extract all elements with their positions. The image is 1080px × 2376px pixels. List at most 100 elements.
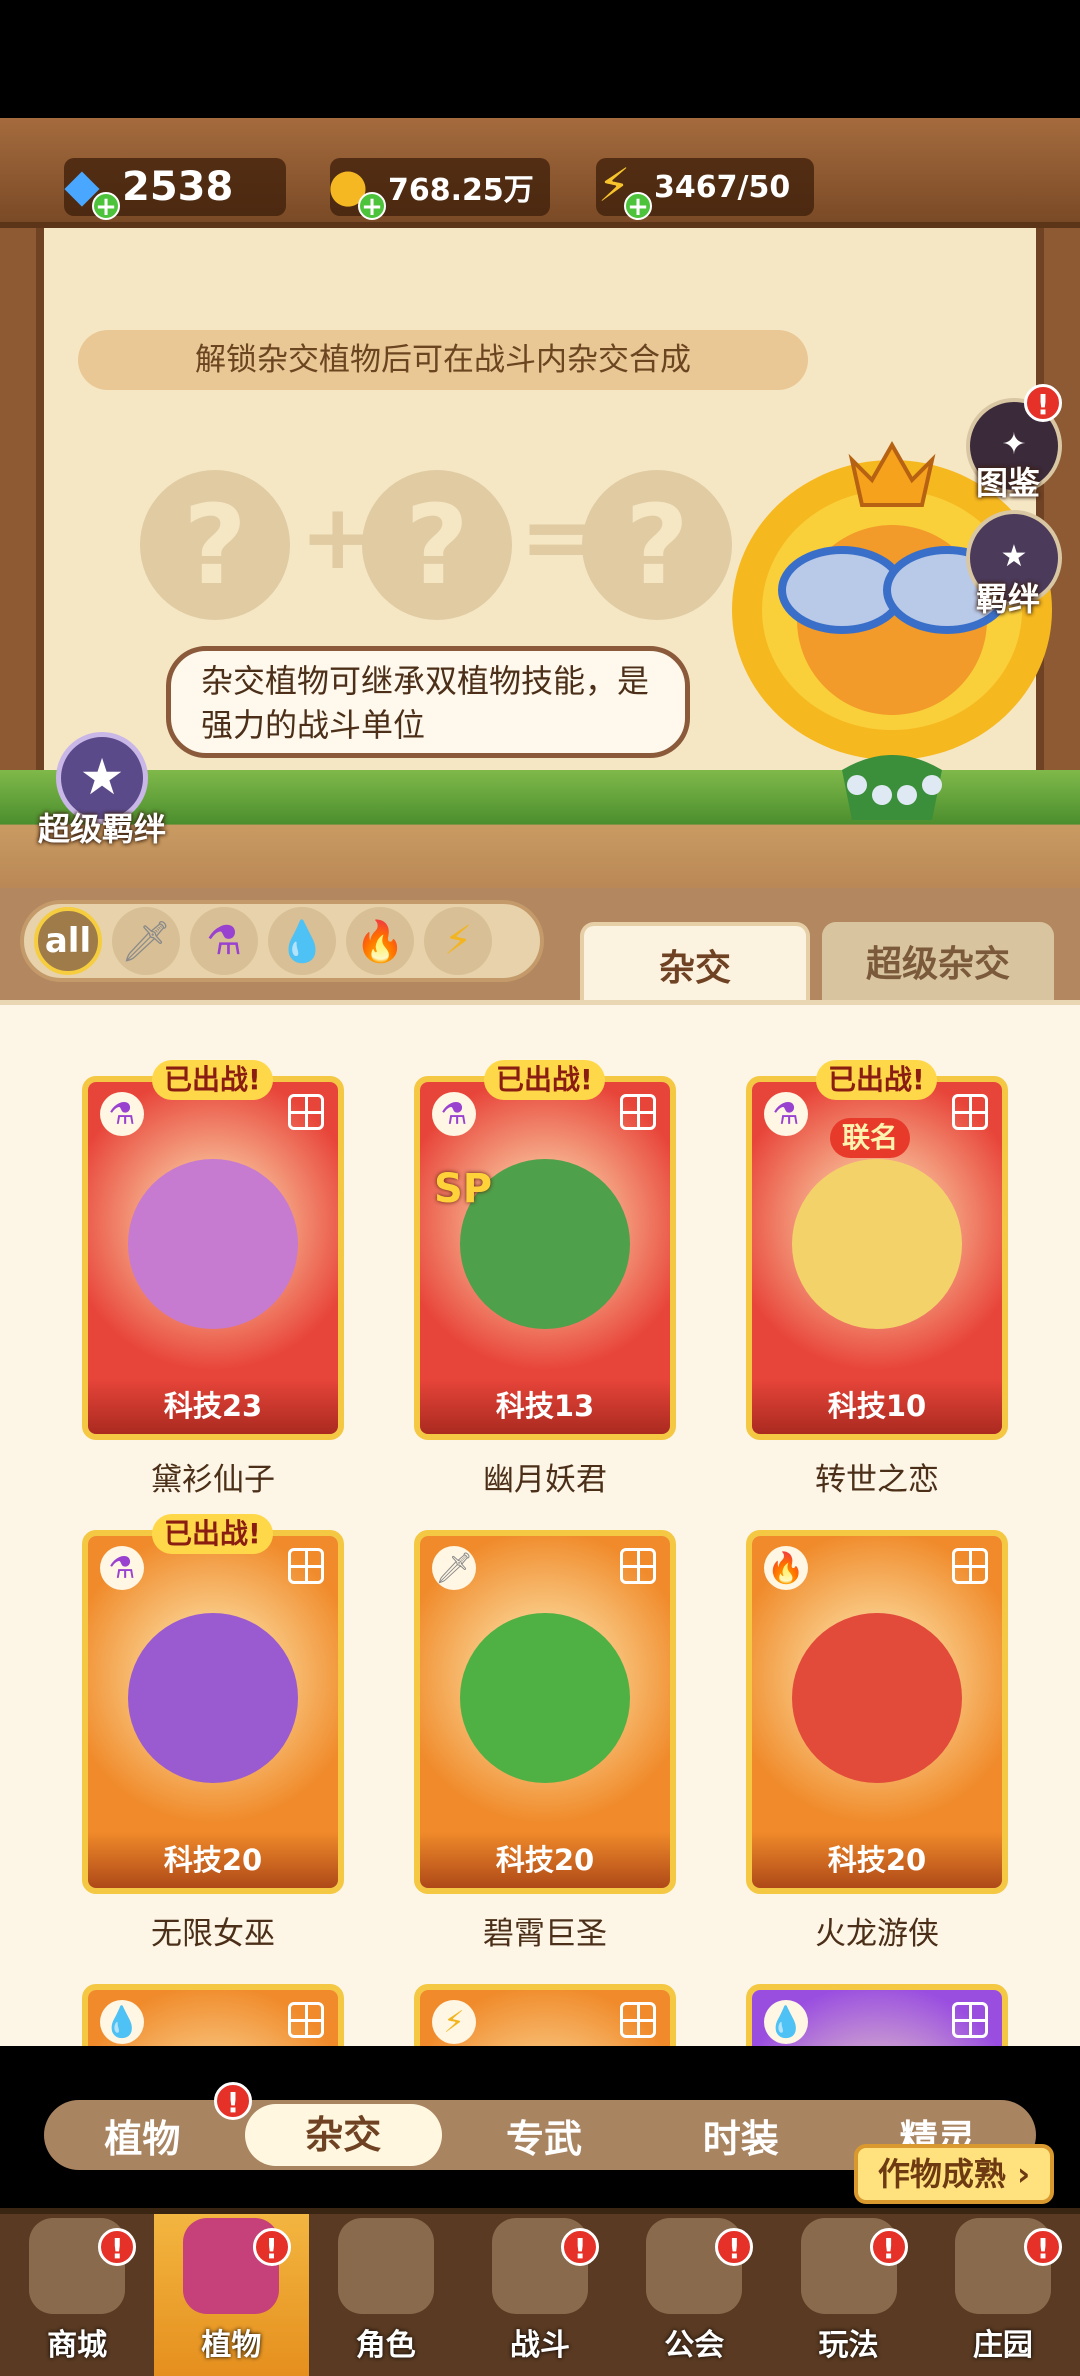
nav-badge: ! xyxy=(98,2228,137,2266)
sp-badge: SP xyxy=(434,1166,493,1212)
filter-sword[interactable]: 🗡 xyxy=(112,907,180,975)
bottom-nav: 商城! 植物! 角色 战斗! 公会! 玩法! 庄园! xyxy=(0,2208,1080,2376)
tab-hybrid[interactable]: 杂交 xyxy=(580,922,810,1008)
filter-lightning[interactable]: ⚡ xyxy=(424,907,492,975)
plant-name: 无限女巫 xyxy=(151,1916,275,1952)
nav-badge: ! xyxy=(869,2228,908,2266)
add-coins-icon[interactable]: + xyxy=(358,192,386,220)
bond-icon: ★ xyxy=(1000,539,1028,574)
nav-item[interactable]: 庄园! xyxy=(926,2214,1080,2376)
plant-card[interactable]: 🗡 科技20 xyxy=(414,1530,676,1894)
grid-icon xyxy=(288,2002,324,2038)
nav-badge: ! xyxy=(1023,2228,1062,2266)
lightning-icon: ⚡ xyxy=(432,2000,476,2044)
tech-level: 科技20 xyxy=(752,1832,1002,1888)
sword-icon: 🗡 xyxy=(120,918,172,965)
plant-name: 转世之恋 xyxy=(815,1462,939,1498)
grid-icon xyxy=(952,1548,988,1584)
tech-level: 科技20 xyxy=(420,1832,670,1888)
plant-portrait xyxy=(792,1612,962,1783)
nav-label: 植物 xyxy=(201,2328,262,2363)
plant-card[interactable]: 💧 xyxy=(82,1984,344,2046)
nav-badge: ! xyxy=(252,2228,291,2266)
plant-card[interactable]: ⚡ xyxy=(414,1984,676,2046)
nav-item[interactable]: 公会! xyxy=(617,2214,771,2376)
codex-badge: ! xyxy=(1024,384,1062,422)
deployed-tag: 已出战! xyxy=(152,1060,273,1100)
diamond-value: 2538 xyxy=(122,164,234,210)
grid-icon xyxy=(620,1548,656,1584)
plant-name: 碧霄巨圣 xyxy=(483,1916,607,1952)
grid-icon xyxy=(288,1548,324,1584)
codex-icon: ✦ xyxy=(1001,427,1027,462)
plant-card[interactable]: ⚗ SP 科技13 xyxy=(414,1076,676,1440)
nav-badge: ! xyxy=(561,2228,600,2266)
energy-value: 3467/50 xyxy=(654,169,791,205)
lightning-icon: ⚡ xyxy=(443,918,473,964)
plant-portrait xyxy=(792,1158,962,1329)
category-plants[interactable]: 植物 xyxy=(44,2108,241,2163)
star-icon: ★ xyxy=(79,748,125,806)
nav-label: 公会 xyxy=(664,2328,725,2363)
plant-card-grid: ⚗ 科技23 已出战! 黛衫仙子 ⚗ SP 科技13 已出战! 幽月妖君 ⚗ 联名 科技10 已出战! 转… xyxy=(0,1000,1080,2046)
category-plants-badge: ! xyxy=(214,2082,252,2120)
super-bond-label: 超级羁绊 xyxy=(38,810,167,848)
plant-name: 黛衫仙子 xyxy=(151,1462,275,1498)
diamond-counter[interactable]: ◆ + 2538 xyxy=(64,158,286,220)
potion-icon: ⚗ xyxy=(764,1092,808,1136)
filter-potion[interactable]: ⚗ xyxy=(190,907,258,975)
nav-item[interactable]: 植物! xyxy=(154,2214,309,2376)
element-filter: all 🗡 ⚗ 💧 🔥 ⚡ xyxy=(20,900,544,982)
category-costumes[interactable]: 时装 xyxy=(642,2108,839,2163)
plant-name: 幽月妖君 xyxy=(483,1462,607,1498)
nav-item[interactable]: 商城! xyxy=(0,2214,154,2376)
nav-item[interactable]: 角色 xyxy=(309,2214,463,2376)
grid-icon xyxy=(288,1094,324,1130)
nav-label: 商城 xyxy=(47,2328,108,2363)
harvest-button[interactable]: 作物成熟 › xyxy=(854,2144,1054,2204)
tech-level: 科技13 xyxy=(420,1378,670,1434)
nav-item[interactable]: 战斗! xyxy=(463,2214,617,2376)
potion-icon: ⚗ xyxy=(432,1092,476,1136)
codex-label: 图鉴 xyxy=(976,464,1041,502)
potion-icon: ⚗ xyxy=(206,918,242,964)
deployed-tag: 已出战! xyxy=(816,1060,937,1100)
water-drop-icon: 💧 xyxy=(764,2000,808,2044)
all-label: all xyxy=(44,921,92,961)
category-weapons[interactable]: 专武 xyxy=(446,2108,643,2163)
add-diamonds-icon[interactable]: + xyxy=(92,192,120,220)
filter-all[interactable]: all xyxy=(34,907,102,975)
question-plant-icon: ? xyxy=(582,470,732,620)
tech-level: 科技23 xyxy=(88,1378,338,1434)
filter-water[interactable]: 💧 xyxy=(268,907,336,975)
coin-value: 768.25万 xyxy=(388,173,534,208)
plant-name: 火龙游侠 xyxy=(815,1916,939,1952)
unlock-hint: 解锁杂交植物后可在战斗内杂交合成 xyxy=(78,330,808,390)
deployed-tag: 已出战! xyxy=(152,1514,273,1554)
plant-card[interactable]: ⚗ 联名 科技10 xyxy=(746,1076,1008,1440)
coin-counter[interactable]: ● + 768.25万 xyxy=(328,158,550,220)
tab-super-hybrid[interactable]: 超级杂交 xyxy=(822,922,1054,1008)
nav-item[interactable]: 玩法! xyxy=(771,2214,925,2376)
plant-card[interactable]: 🔥 科技20 xyxy=(746,1530,1008,1894)
plant-card[interactable]: ⚗ 科技23 xyxy=(82,1076,344,1440)
bond-label: 羁绊 xyxy=(976,580,1041,618)
fire-icon: 🔥 xyxy=(355,918,405,965)
add-energy-icon[interactable]: + xyxy=(624,192,652,220)
energy-counter[interactable]: ⚡ + 3467/50 xyxy=(596,158,814,220)
nav-icon xyxy=(337,2218,434,2314)
chevron-right-icon: › xyxy=(1016,2155,1031,2193)
deployed-tag: 已出战! xyxy=(484,1060,605,1100)
plant-card[interactable]: 💧 xyxy=(746,1984,1008,2046)
grid-icon xyxy=(620,2002,656,2038)
grid-icon xyxy=(952,1094,988,1130)
nav-badge: ! xyxy=(715,2228,754,2266)
fire-icon: 🔥 xyxy=(764,1546,808,1590)
nav-label: 玩法 xyxy=(818,2328,879,2363)
harvest-label: 作物成熟 xyxy=(877,2155,1006,2193)
plant-card[interactable]: ⚗ 科技20 xyxy=(82,1530,344,1894)
nav-label: 角色 xyxy=(355,2328,416,2363)
filter-fire[interactable]: 🔥 xyxy=(346,907,414,975)
sword-icon: 🗡 xyxy=(432,1546,476,1590)
category-hybrid[interactable]: 杂交 xyxy=(244,2104,442,2166)
